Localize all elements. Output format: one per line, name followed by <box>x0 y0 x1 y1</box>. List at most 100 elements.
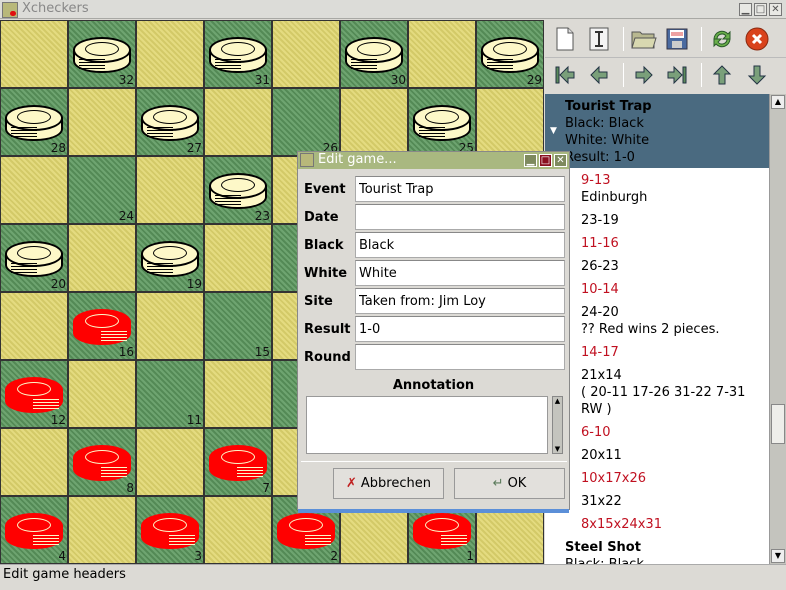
square-24[interactable]: 24 <box>68 156 136 224</box>
annotation-scrollbar[interactable]: ▲ ▼ <box>552 396 563 454</box>
square-26[interactable]: 26 <box>272 88 340 156</box>
move-item[interactable]: 24-20 <box>581 304 769 321</box>
square-number: 7 <box>262 481 270 495</box>
white-piece[interactable] <box>209 37 267 73</box>
square-4[interactable]: 4 <box>0 496 68 564</box>
annotation-textarea[interactable] <box>306 396 548 454</box>
game-title-next[interactable]: Steel Shot <box>545 539 769 556</box>
move-item[interactable]: 31x22 <box>581 493 769 510</box>
move-item[interactable]: 9-13 <box>581 172 769 189</box>
square-number: 1 <box>466 549 474 563</box>
red-piece[interactable] <box>73 445 131 481</box>
dialog-minimize-button[interactable]: ▁ <box>524 154 537 167</box>
white-label: White <box>304 265 348 281</box>
white-piece[interactable] <box>481 37 539 73</box>
white-piece[interactable] <box>345 37 403 73</box>
square-20[interactable]: 20 <box>0 224 68 292</box>
square-25[interactable]: 25 <box>408 88 476 156</box>
black-input[interactable] <box>355 232 565 258</box>
square-11[interactable]: 11 <box>136 360 204 428</box>
square-19[interactable]: 19 <box>136 224 204 292</box>
game-entry-selected[interactable]: ▼ Tourist Trap Black: Black White: White… <box>545 94 769 168</box>
expander-icon[interactable]: ▼ <box>550 126 557 136</box>
game-list-panel[interactable]: ▼ Tourist Trap Black: Black White: White… <box>545 94 769 564</box>
scroll-up-arrow[interactable]: ▲ <box>771 95 785 109</box>
next-move-icon[interactable] <box>630 61 658 89</box>
square-12[interactable]: 12 <box>0 360 68 428</box>
cancel-button[interactable]: ✗ Abbrechen <box>333 468 444 499</box>
red-piece[interactable] <box>5 377 63 413</box>
red-piece[interactable] <box>413 513 471 549</box>
white-piece[interactable] <box>141 105 199 141</box>
round-label: Round <box>304 349 351 365</box>
white-piece[interactable] <box>209 173 267 209</box>
white-piece[interactable] <box>73 37 131 73</box>
date-label: Date <box>304 209 339 225</box>
annotation-scroll-up[interactable]: ▲ <box>553 397 562 405</box>
open-icon[interactable] <box>630 25 658 53</box>
red-piece[interactable] <box>141 513 199 549</box>
scroll-down-arrow[interactable]: ▼ <box>771 549 785 563</box>
move-item[interactable]: 23-19 <box>581 212 769 229</box>
square-7[interactable]: 7 <box>204 428 272 496</box>
white-piece[interactable] <box>141 241 199 277</box>
light-square <box>136 156 204 224</box>
square-23[interactable]: 23 <box>204 156 272 224</box>
result-input[interactable] <box>355 316 565 342</box>
red-piece[interactable] <box>73 309 131 345</box>
ok-button[interactable]: ↵ OK <box>454 468 565 499</box>
red-piece[interactable] <box>277 513 335 549</box>
annotation-scroll-down[interactable]: ▼ <box>553 445 562 453</box>
move-item[interactable]: 14-17 <box>581 344 769 361</box>
square-8[interactable]: 8 <box>68 428 136 496</box>
first-move-icon[interactable] <box>551 61 579 89</box>
round-input[interactable] <box>355 344 565 370</box>
move-item[interactable]: 21x14 <box>581 367 769 384</box>
scroll-thumb[interactable] <box>771 404 785 444</box>
maximize-button[interactable]: □ <box>754 3 767 16</box>
square-31[interactable]: 31 <box>204 20 272 88</box>
dialog-close-button[interactable]: ✕ <box>554 154 567 167</box>
up-icon[interactable] <box>708 61 736 89</box>
square-32[interactable]: 32 <box>68 20 136 88</box>
last-move-icon[interactable] <box>663 61 691 89</box>
dialog-title-bar[interactable]: Edit game... ▁ □ ✕ <box>298 152 569 169</box>
move-item[interactable]: 6-10 <box>581 424 769 441</box>
move-item[interactable]: 10-14 <box>581 281 769 298</box>
close-button[interactable]: ✕ <box>769 3 782 16</box>
dialog-maximize-button[interactable]: □ <box>539 154 552 167</box>
down-icon[interactable] <box>743 61 771 89</box>
square-28[interactable]: 28 <box>0 88 68 156</box>
game-list-scrollbar[interactable]: ▲ ▼ <box>769 94 786 564</box>
square-15[interactable]: 15 <box>204 292 272 360</box>
previous-move-icon[interactable] <box>585 61 613 89</box>
stop-icon[interactable] <box>743 25 771 53</box>
white-piece[interactable] <box>5 241 63 277</box>
ok-label: OK <box>507 476 527 491</box>
white-piece[interactable] <box>5 105 63 141</box>
white-input[interactable] <box>355 260 565 286</box>
save-icon[interactable] <box>663 25 691 53</box>
move-item[interactable]: 26-23 <box>581 258 769 275</box>
white-piece[interactable] <box>413 105 471 141</box>
square-3[interactable]: 3 <box>136 496 204 564</box>
red-piece[interactable] <box>209 445 267 481</box>
move-item[interactable]: 11-16 <box>581 235 769 252</box>
ok-icon: ↵ <box>492 476 504 491</box>
square-29[interactable]: 29 <box>476 20 544 88</box>
date-input[interactable] <box>355 204 565 230</box>
refresh-icon[interactable] <box>708 25 736 53</box>
red-piece[interactable] <box>5 513 63 549</box>
move-item[interactable]: 8x15x24x31 <box>581 516 769 533</box>
new-icon[interactable] <box>551 25 579 53</box>
light-square <box>0 428 68 496</box>
move-item[interactable]: 20x11 <box>581 447 769 464</box>
site-input[interactable] <box>355 288 565 314</box>
square-30[interactable]: 30 <box>340 20 408 88</box>
move-item[interactable]: 10x17x26 <box>581 470 769 487</box>
event-input[interactable] <box>355 176 565 202</box>
minimize-button[interactable]: ▁ <box>739 3 752 16</box>
square-27[interactable]: 27 <box>136 88 204 156</box>
properties-icon[interactable] <box>585 25 613 53</box>
square-16[interactable]: 16 <box>68 292 136 360</box>
